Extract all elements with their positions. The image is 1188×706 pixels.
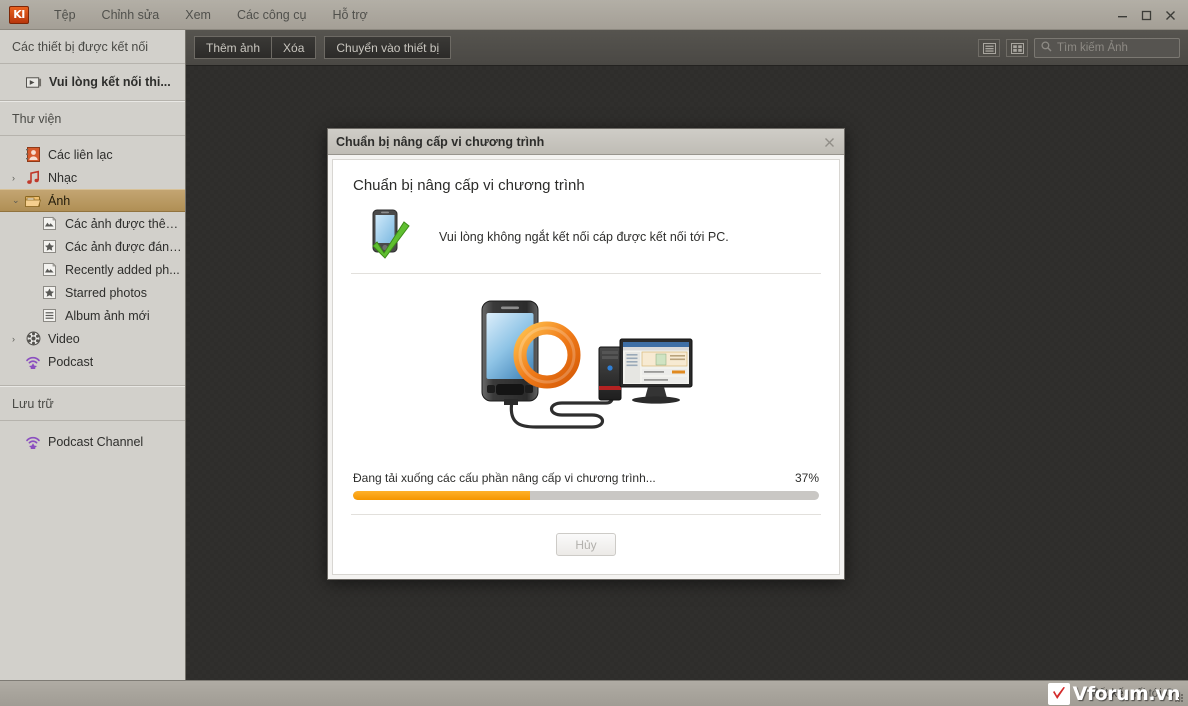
sidebar-item-podcast[interactable]: Podcast [0, 350, 185, 373]
sidebar-item-label: Các ảnh được đánh... [65, 239, 185, 254]
sidebar-item-starred-photos[interactable]: Starred photos [0, 281, 185, 304]
dialog-heading: Chuẩn bị nâng cấp vi chương trình [353, 177, 585, 194]
sidebar-header-library: Thư viện [0, 101, 185, 136]
cancel-button[interactable]: Hủy [556, 533, 616, 556]
device-connect-icon [26, 74, 42, 90]
sidebar-item-recently-added-photos[interactable]: Recently added ph... [0, 258, 185, 281]
sidebar-header-devices: Các thiết bị được kết nối [0, 30, 185, 64]
phone-pc-sync-illustration [474, 283, 699, 463]
check-icon [1047, 682, 1070, 705]
search-icon [1041, 41, 1052, 55]
sidebar-item-label: Các liên lạc [48, 147, 113, 162]
sidebar-item-starred-photos-vi[interactable]: Các ảnh được đánh... [0, 235, 185, 258]
add-photo-button[interactable]: Thêm ảnh [194, 36, 273, 59]
sidebar-item-added-photos[interactable]: Các ảnh được thêm... [0, 212, 185, 235]
progress-row: Đang tải xuống các cấu phần nâng cấp vi … [353, 471, 819, 485]
dialog-title-bar: Chuẩn bị nâng cấp vi chương trình [328, 129, 844, 155]
vforum-watermark: Vforum.vn [1047, 682, 1181, 705]
window-controls [1110, 0, 1182, 30]
sidebar-item-contacts[interactable]: Các liên lạc [0, 143, 185, 166]
menu-item-tools[interactable]: Các công cụ [224, 4, 319, 26]
phone-checkmark-icon [363, 208, 417, 265]
app-logo-icon[interactable]: KI [9, 5, 29, 24]
toolbar-right-group: Tìm kiếm Ảnh [978, 30, 1180, 66]
sidebar: Các thiết bị được kết nối Vui lòng kết n… [0, 30, 186, 680]
star-icon [41, 285, 57, 301]
menu-item-file[interactable]: Tệp [41, 4, 89, 26]
sidebar-item-new-photo-album[interactable]: Album ảnh mới [0, 304, 185, 327]
menu-item-view[interactable]: Xem [172, 4, 224, 26]
sidebar-item-label: Podcast [48, 354, 94, 369]
chevron-right-icon[interactable]: › [12, 173, 25, 183]
podcast-icon [25, 354, 41, 370]
chevron-down-icon[interactable]: ⌄ [12, 195, 25, 206]
chevron-right-icon[interactable]: › [12, 334, 25, 344]
dialog-notice: Vui lòng không ngắt kết nối cáp được kết… [363, 208, 821, 265]
photo-icon [41, 216, 57, 232]
resize-grip-icon[interactable] [1173, 692, 1185, 704]
sidebar-item-label: Ảnh [48, 193, 71, 208]
menu-item-help[interactable]: Hỗ trợ [319, 4, 380, 26]
status-bar: Mất kết nối tới G Vforum.vn [0, 680, 1188, 706]
dialog-footer: Hủy [351, 514, 821, 574]
star-icon [41, 239, 57, 255]
photos-icon [25, 193, 41, 209]
dialog-title: Chuẩn bị nâng cấp vi chương trình [336, 134, 545, 149]
contacts-icon [25, 147, 41, 163]
sidebar-item-label: Vui lòng kết nối thi... [49, 75, 171, 89]
sidebar-item-photos[interactable]: ⌄ Ảnh [0, 189, 185, 212]
sidebar-item-label: Các ảnh được thêm... [65, 216, 185, 231]
firmware-upgrade-dialog: Chuẩn bị nâng cấp vi chương trình Chuẩn … [327, 128, 845, 580]
dialog-body: Chuẩn bị nâng cấp vi chương trình Vui lò… [332, 159, 840, 575]
watermark-text: Vforum.vn [1072, 682, 1181, 705]
sidebar-item-label: Video [48, 331, 80, 346]
video-icon [25, 331, 41, 347]
transfer-to-device-button[interactable]: Chuyển vào thiết bị [324, 36, 452, 59]
grid-view-icon[interactable] [1006, 39, 1028, 57]
menu-item-edit[interactable]: Chỉnh sửa [89, 4, 173, 26]
music-icon [25, 170, 41, 186]
sidebar-item-video[interactable]: › Video [0, 327, 185, 350]
minimize-icon[interactable] [1110, 4, 1134, 26]
sidebar-item-label: Starred photos [65, 285, 147, 300]
sidebar-item-label: Recently added ph... [65, 262, 180, 277]
list-view-icon[interactable] [978, 39, 1000, 57]
close-icon[interactable] [821, 134, 837, 150]
search-input[interactable]: Tìm kiếm Ảnh [1034, 38, 1180, 58]
progress-percent: 37% [794, 471, 819, 485]
delete-button[interactable]: Xóa [272, 36, 317, 59]
sidebar-item-label: Podcast Channel [48, 434, 144, 449]
maximize-icon[interactable] [1134, 4, 1158, 26]
sidebar-item-label: Nhạc [48, 170, 78, 185]
application-window: KI Tệp Chỉnh sửa Xem Các công cụ Hỗ trợ … [0, 0, 1188, 706]
list-icon [41, 308, 57, 324]
sidebar-item-music[interactable]: › Nhạc [0, 166, 185, 189]
progress-bar [353, 491, 819, 500]
podcast-icon [25, 434, 41, 450]
toolbar: Thêm ảnh Xóa Chuyển vào thiết bị Tìm kiế… [186, 30, 1188, 66]
sidebar-item-label: Album ảnh mới [65, 308, 150, 323]
sidebar-item-podcast-channel[interactable]: Podcast Channel [0, 430, 185, 453]
photo-icon [41, 262, 57, 278]
title-menu-bar: KI Tệp Chỉnh sửa Xem Các công cụ Hỗ trợ [0, 0, 1188, 30]
progress-label: Đang tải xuống các cấu phần nâng cấp vi … [353, 471, 656, 485]
sidebar-header-storage: Lưu trữ [0, 386, 185, 421]
search-placeholder: Tìm kiếm Ảnh [1057, 42, 1128, 54]
sidebar-item-connect-device[interactable]: Vui lòng kết nối thi... [0, 64, 185, 100]
dialog-illustration [351, 274, 821, 471]
toolbar-button-group: Thêm ảnh Xóa [194, 36, 317, 59]
dialog-notice-text: Vui lòng không ngắt kết nối cáp được kết… [439, 229, 729, 244]
close-icon[interactable] [1158, 4, 1182, 26]
progress-bar-fill [353, 491, 531, 500]
